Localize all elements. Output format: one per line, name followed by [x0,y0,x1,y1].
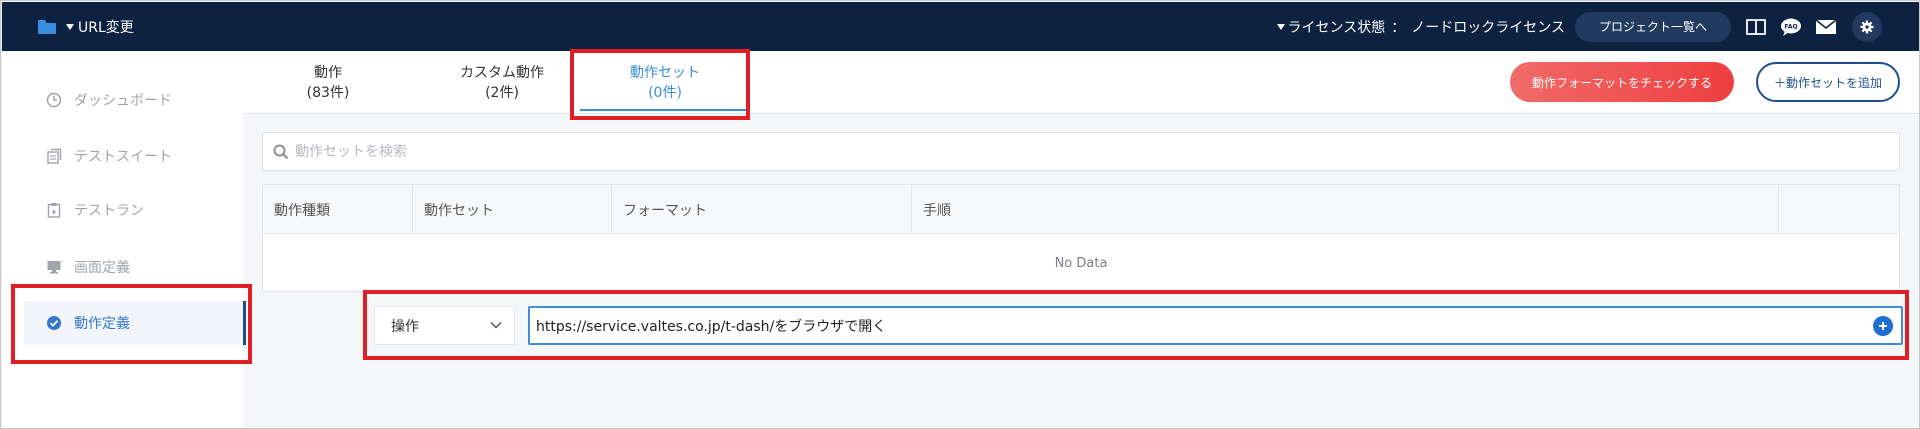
add-action-set-button[interactable]: ＋動作セットを追加 [1756,62,1900,102]
gear-icon [1860,20,1874,33]
search-icon [273,144,289,159]
empty-state: No Data [1054,255,1108,271]
folder-icon [38,19,56,34]
operation-select[interactable]: 操作 [374,306,515,345]
column-header[interactable]: 動作セット [413,185,612,234]
dashboard-clock-icon [46,92,62,108]
sidebar-item-test-suite[interactable]: テストスイート [24,134,246,178]
project-list-button[interactable]: プロジェクト一覧へ [1574,11,1731,42]
license-separator: ： [1391,19,1406,36]
sidebar-item-label: 動作定義 [74,316,130,332]
project-switcher[interactable]: URL変更 [38,17,134,37]
tab-custom-actions[interactable]: カスタム動作 (2件) [417,59,587,111]
top-bar: URL変更 ライセンス状態 ： ノードロックライセンス プロジェクト一覧へ FA… [2,2,1919,51]
sidebar-item-dashboard[interactable]: ダッシュボード [24,78,246,122]
tab-actions[interactable]: 動作 (83件) [243,59,413,111]
operation-value: 操作 [391,318,419,335]
tab-label: カスタム動作 [460,65,544,81]
caret-down-icon [1276,23,1285,30]
column-header[interactable]: 動作種類 [263,185,413,234]
search-box [262,132,1900,171]
action-set-table: 動作種類 動作セット フォーマット 手順 No Data [262,184,1900,292]
column-header[interactable]: 手順 [912,185,1779,234]
monitor-icon [46,259,62,275]
table-header: 動作種類 動作セット フォーマット 手順 [263,185,1899,234]
app-frame: URL変更 ライセンス状態 ： ノードロックライセンス プロジェクト一覧へ FA… [0,0,1920,429]
search-input[interactable] [295,143,1795,160]
tab-count: (2件) [485,85,519,101]
sidebar-item-test-run[interactable]: テストラン [24,188,246,232]
license-value: ノードロックライセンス [1411,19,1565,36]
check-format-button[interactable]: 動作フォーマットをチェックする [1510,62,1734,102]
check-circle-icon [46,315,62,331]
sidebar-item-action-definition[interactable]: 動作定義 [24,301,246,345]
license-label: ライセンス状態 [1287,19,1386,36]
sidebar-item-label: ダッシュボード [74,93,172,109]
chevron-down-icon [490,321,502,329]
svg-text:FAQ: FAQ [1784,23,1797,30]
tab-label: 動作 [314,65,342,81]
step-input[interactable]: https://service.valtes.co.jp/t-dash/をブラウ… [528,306,1903,345]
add-step-button[interactable] [1873,316,1893,336]
step-text: https://service.valtes.co.jp/t-dash/をブラウ… [536,318,887,335]
settings-button[interactable] [1852,11,1882,42]
sidebar-item-screen-definition[interactable]: 画面定義 [24,245,246,289]
sidebar-item-label: テストラン [74,203,144,219]
book-icon[interactable] [1745,16,1767,38]
sidebar-item-label: 画面定義 [74,260,130,276]
test-suite-icon [46,148,62,164]
tab-count: (83件) [306,85,350,101]
faq-chat-icon[interactable]: FAQ [1780,16,1802,38]
sidebar: ダッシュボード テストスイート テストラン 画面定義 動作定義 [2,51,246,428]
tab-action-sets[interactable]: 動作セット (0件) [580,59,750,111]
license-status[interactable]: ライセンス状態 ： ノードロックライセンス [1276,17,1565,37]
project-name: URL変更 [78,19,134,36]
tab-count: (0件) [648,85,682,101]
plus-icon [1879,322,1887,330]
caret-down-icon [66,23,74,30]
mail-icon[interactable] [1815,16,1837,38]
sidebar-item-label: テストスイート [74,149,172,165]
column-header [1779,185,1899,234]
test-run-icon [46,202,62,218]
column-header[interactable]: フォーマット [612,185,912,234]
tab-label: 動作セット [630,65,700,81]
